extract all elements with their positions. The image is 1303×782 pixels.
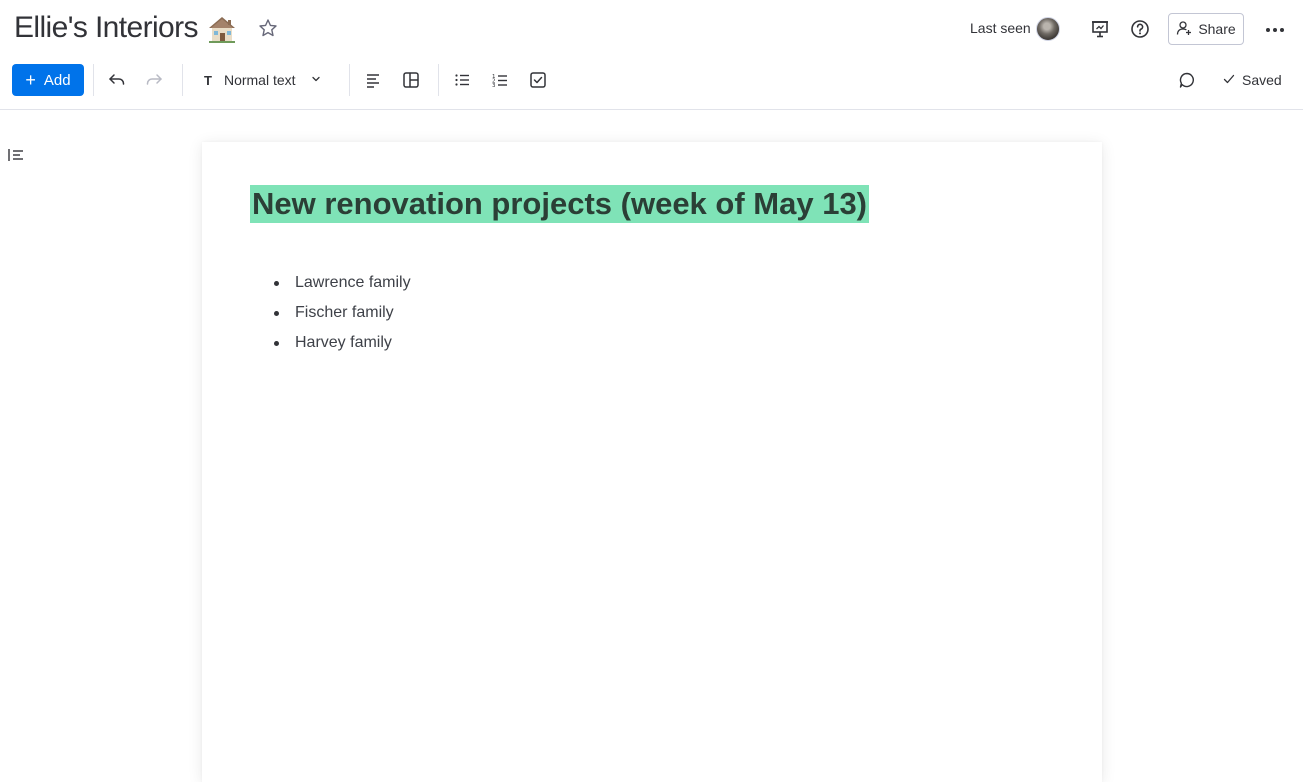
list-item[interactable]: Lawrence family [274,268,411,298]
text-style-dropdown[interactable]: T Normal text [198,69,322,91]
toolbar-divider [438,64,439,96]
bullet-icon [274,340,279,346]
editor-toolbar: + Add T Normal text 123 Saved [0,56,1303,110]
bulleted-list: Lawrence family Fischer family Harvey fa… [274,268,411,358]
outline-toggle-icon[interactable] [7,147,25,163]
share-label: Share [1198,21,1236,37]
presentation-icon[interactable] [1089,18,1111,40]
share-button[interactable]: Share [1168,13,1244,45]
avatar[interactable] [1036,17,1060,41]
text-style-value: Normal text [223,72,296,88]
document-heading[interactable]: New renovation projects (week of May 13) [250,185,870,223]
last-seen-label: Last seen [970,20,1031,36]
undo-icon[interactable] [106,69,128,91]
text-type-icon: T [204,72,212,88]
house-icon [206,13,238,45]
list-item-text[interactable]: Lawrence family [295,271,411,295]
help-icon[interactable] [1129,18,1151,40]
add-person-icon [1176,20,1192,39]
list-item[interactable]: Harvey family [274,328,411,358]
bulleted-list-icon[interactable] [451,69,473,91]
redo-icon[interactable] [143,69,165,91]
header: Ellie's Interiors Last seen Share [0,0,1303,56]
toolbar-divider [349,64,350,96]
document-page[interactable]: New renovation projects (week of May 13)… [202,142,1102,782]
numbered-list-icon[interactable]: 123 [489,69,511,91]
save-status: Saved [1222,69,1282,91]
toolbar-divider [93,64,94,96]
layout-icon[interactable] [400,69,422,91]
toolbar-divider [182,64,183,96]
bullet-icon [274,280,279,286]
chevron-down-icon [310,72,322,88]
board-title-text[interactable]: Ellie's Interiors [14,11,199,45]
bullet-icon [274,310,279,316]
svg-text:3: 3 [492,83,496,89]
saved-label: Saved [1242,72,1282,88]
list-item[interactable]: Fischer family [274,298,411,328]
check-icon [1222,72,1236,89]
list-item-text[interactable]: Fischer family [295,301,394,325]
add-label: Add [43,71,71,89]
more-options-icon[interactable] [1263,19,1287,41]
list-item-text[interactable]: Harvey family [295,331,392,355]
align-left-icon[interactable] [362,69,384,91]
plus-icon: + [25,69,36,90]
checklist-icon[interactable] [527,69,549,91]
star-icon[interactable] [258,18,278,38]
add-button[interactable]: + Add [12,64,84,96]
board-title[interactable]: Ellie's Interiors [14,11,238,45]
comment-icon[interactable] [1176,69,1198,91]
